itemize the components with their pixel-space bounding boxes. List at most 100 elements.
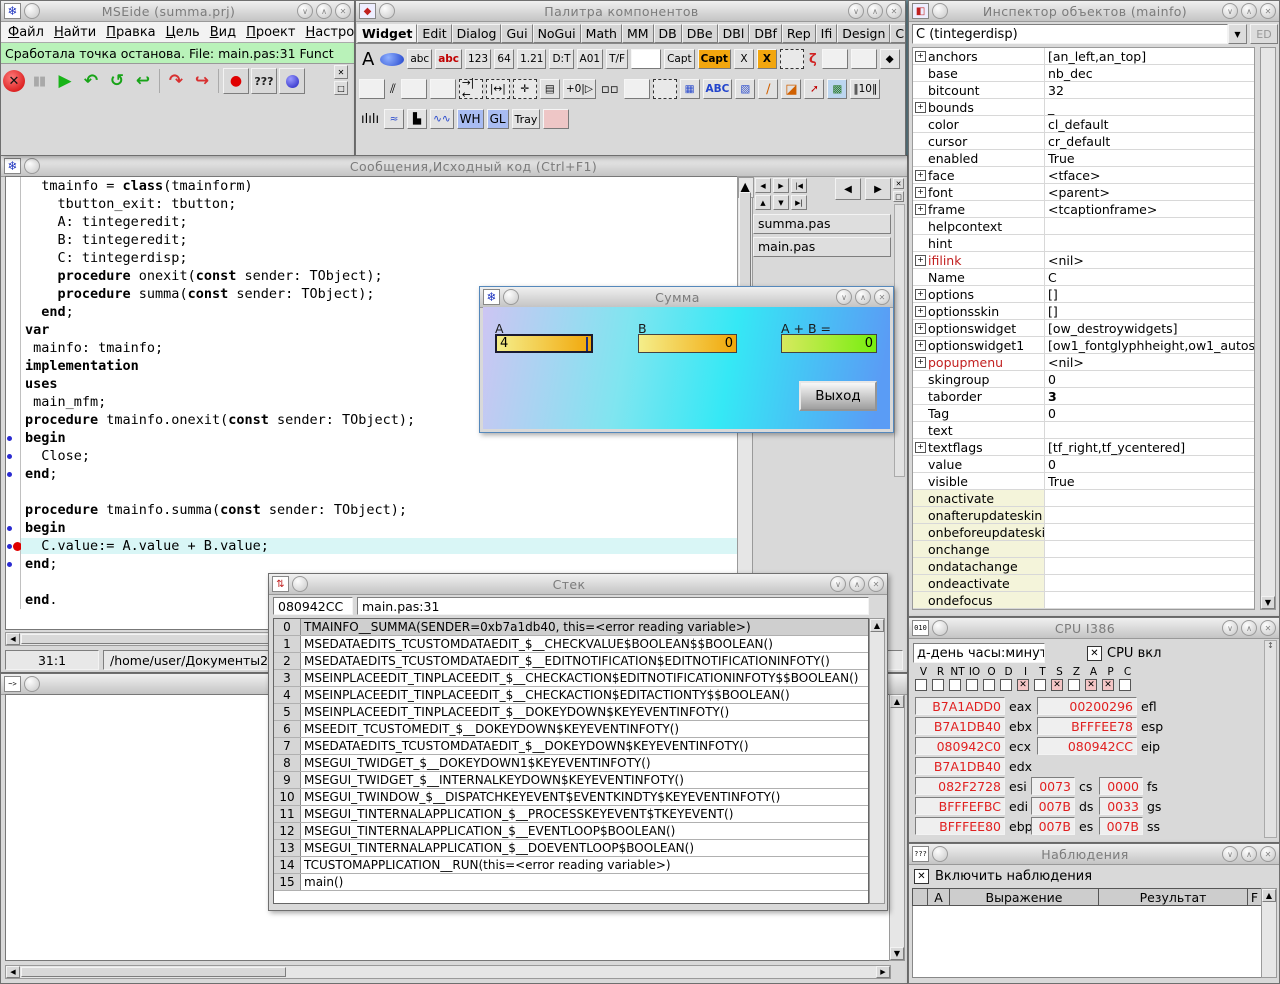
component-icon[interactable]: ▩ xyxy=(827,79,847,99)
component-icon[interactable]: ▤ xyxy=(540,79,560,99)
tab-scroll-left-icon[interactable]: ◀ xyxy=(835,178,861,200)
property-row[interactable]: onchange xyxy=(913,541,1254,558)
scroll-down-icon[interactable]: ▼ xyxy=(1261,596,1275,609)
palette-tab-dbl[interactable]: DBl xyxy=(718,24,750,43)
property-row[interactable]: onbeforeupdateskin xyxy=(913,524,1254,541)
close-icon[interactable]: ✕ xyxy=(1260,620,1276,636)
flag-checkbox-D[interactable] xyxy=(1000,679,1012,691)
component-icon[interactable]: X xyxy=(757,49,777,69)
component-icon[interactable]: T/F xyxy=(606,49,628,69)
gutter[interactable] xyxy=(6,465,21,483)
stack-location-field[interactable]: main.pas:31 xyxy=(357,597,869,615)
minimize-icon[interactable]: ∨ xyxy=(1222,846,1238,862)
register-field[interactable]: 080942CC xyxy=(1037,737,1137,755)
gutter[interactable] xyxy=(6,519,21,537)
register-field[interactable]: 082F2728 xyxy=(915,777,1005,795)
run-to-cursor-button[interactable]: ↷ xyxy=(164,69,188,93)
minimize-icon[interactable]: ∨ xyxy=(1222,3,1238,19)
code-line[interactable]: C.value:= A.value + B.value; xyxy=(6,537,738,555)
expand-icon[interactable]: + xyxy=(913,99,928,115)
code-line[interactable]: end; xyxy=(6,555,738,573)
window-menu-button[interactable] xyxy=(932,620,948,636)
property-row[interactable]: bitcount32 xyxy=(913,82,1254,99)
property-row[interactable]: onactivate xyxy=(913,490,1254,507)
step-out-button[interactable]: ↩ xyxy=(131,69,155,93)
register-field[interactable]: BFFFEE80 xyxy=(915,817,1005,835)
property-value[interactable]: nb_dec xyxy=(1044,65,1254,81)
gutter[interactable] xyxy=(6,285,21,303)
window-menu-button[interactable] xyxy=(503,289,519,305)
component-icon[interactable] xyxy=(624,79,650,99)
window-menu-button[interactable] xyxy=(932,846,948,862)
register-field[interactable]: 00200296 xyxy=(1037,697,1137,715)
property-row[interactable]: taborder3 xyxy=(913,388,1254,405)
menu-item-цель[interactable]: Цель xyxy=(161,25,205,40)
property-value[interactable]: 32 xyxy=(1044,82,1254,98)
main-titlebar[interactable]: ❄ MSEide (summa.prj) ∨ ∧ ✕ xyxy=(1,1,354,22)
pause-button[interactable]: ▮▮ xyxy=(27,69,51,93)
property-row[interactable]: +anchors[an_left,an_top] xyxy=(913,48,1254,65)
nav-last-icon[interactable]: ▶| xyxy=(791,195,807,210)
property-value[interactable]: True xyxy=(1044,473,1254,489)
component-icon[interactable] xyxy=(543,109,569,129)
component-icon[interactable]: 123 xyxy=(465,49,491,69)
flag-checkbox-C[interactable] xyxy=(1119,679,1131,691)
gutter[interactable] xyxy=(6,447,21,465)
dock-splitter[interactable] xyxy=(894,204,905,477)
inspector-titlebar[interactable]: ◧ Инспектор объектов (mainfo) ∨ ∧ ✕ xyxy=(909,1,1279,22)
gutter[interactable] xyxy=(6,339,21,357)
component-icon[interactable] xyxy=(401,79,427,99)
watch-column-header[interactable]: F xyxy=(1248,888,1262,906)
palette-tab-nogui[interactable]: NoGui xyxy=(533,24,581,43)
gutter[interactable] xyxy=(6,303,21,321)
property-value[interactable] xyxy=(1044,541,1254,557)
dock-close-icon[interactable]: ✕ xyxy=(893,178,904,189)
run-ball-button[interactable] xyxy=(279,68,305,94)
gutter[interactable] xyxy=(6,591,21,609)
register-field[interactable]: 007B xyxy=(1031,797,1075,815)
flag-checkbox-Z[interactable] xyxy=(1068,679,1080,691)
palette-tab-dialog[interactable]: Dialog xyxy=(452,24,502,43)
stack-frame-row[interactable]: 6MSEEDIT_TCUSTOMEDIT_$__DOKEYDOWN$KEYEVE… xyxy=(274,721,868,738)
property-row[interactable]: colorcl_default xyxy=(913,116,1254,133)
component-icon[interactable]: Tray xyxy=(512,109,541,129)
expand-icon[interactable]: + xyxy=(913,184,928,200)
expand-icon[interactable]: + xyxy=(913,320,928,336)
watch-column-header[interactable] xyxy=(912,888,928,906)
code-line[interactable]: A: tintegeredit; xyxy=(6,213,738,231)
property-value[interactable]: 0 xyxy=(1044,456,1254,472)
run-button[interactable]: ▶ xyxy=(53,69,77,93)
register-field[interactable]: BFFFEE78 xyxy=(1037,717,1137,735)
component-icon[interactable]: ◆ xyxy=(880,49,900,69)
property-value[interactable]: 0 xyxy=(1044,405,1254,421)
property-row[interactable]: cursorcr_default xyxy=(913,133,1254,150)
stack-address-field[interactable]: 080942CC xyxy=(273,597,353,615)
register-field[interactable]: 0073 xyxy=(1031,777,1075,795)
source-titlebar[interactable]: ❄ Сообщения,Исходный код (Ctrl+F1) xyxy=(1,156,907,177)
gutter[interactable] xyxy=(6,537,21,555)
exit-button[interactable]: Выход xyxy=(799,381,877,411)
property-value[interactable] xyxy=(1044,507,1254,523)
property-row[interactable]: +face<tface> xyxy=(913,167,1254,184)
component-icon[interactable]: Capt xyxy=(664,49,695,69)
gutter[interactable] xyxy=(6,177,21,195)
nav-first-icon[interactable]: |◀ xyxy=(791,178,807,193)
component-icon[interactable]: WH xyxy=(457,109,484,129)
step-into-button[interactable]: ↶ xyxy=(79,69,103,93)
code-line[interactable]: tbutton_exit: tbutton; xyxy=(6,195,738,213)
watches-titlebar[interactable]: ??? Наблюдения ∨ ∧ ✕ xyxy=(909,844,1279,865)
component-icon[interactable]: A01 xyxy=(577,49,604,69)
flag-checkbox-P[interactable]: ✕ xyxy=(1102,679,1114,691)
property-row[interactable]: ondeactivate xyxy=(913,575,1254,592)
scroll-up-icon[interactable]: ▲ xyxy=(1262,889,1276,902)
stop-button[interactable]: ✕ xyxy=(3,70,25,92)
component-icon[interactable]: ➚ xyxy=(804,79,824,99)
palette-titlebar[interactable]: ◆ Палитра компонентов ∨ ∧ ✕ xyxy=(356,1,905,22)
nav-next-icon[interactable]: ▶ xyxy=(773,178,789,193)
component-icon[interactable]: X xyxy=(734,49,754,69)
palette-tab-design[interactable]: Design xyxy=(837,24,890,43)
minimize-icon[interactable]: ∨ xyxy=(836,289,852,305)
property-row[interactable]: helpcontext xyxy=(913,218,1254,235)
gutter[interactable] xyxy=(6,321,21,339)
expand-icon[interactable]: + xyxy=(913,201,928,217)
